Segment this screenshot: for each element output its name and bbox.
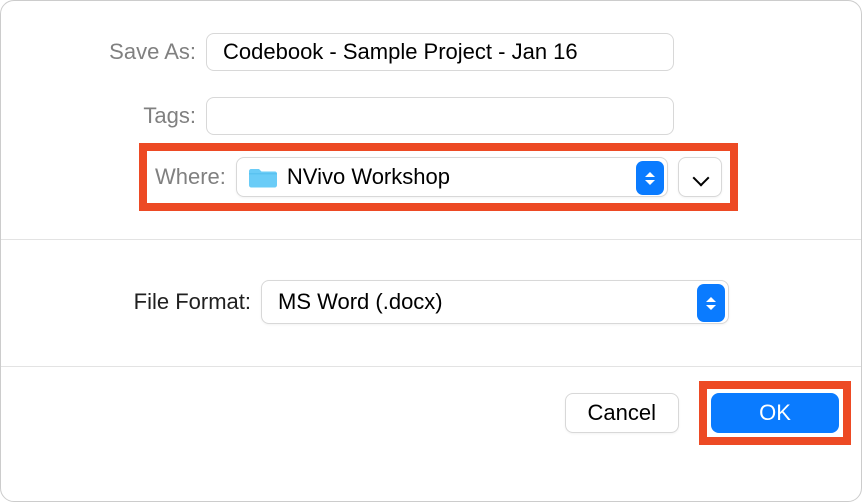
location-value: NVivo Workshop: [287, 164, 450, 190]
ok-button[interactable]: OK: [711, 393, 839, 433]
save-as-label: Save As:: [1, 39, 206, 65]
divider: [1, 239, 861, 240]
updown-stepper-icon: [697, 284, 725, 322]
cancel-button[interactable]: Cancel: [565, 393, 679, 433]
updown-stepper-icon: [636, 161, 664, 195]
where-highlight: Where: NVivo Workshop: [139, 143, 738, 211]
file-format-label: File Format:: [1, 289, 261, 315]
file-format-row: File Format: MS Word (.docx): [1, 280, 861, 324]
where-label: Where:: [155, 164, 236, 190]
tags-row: Tags:: [1, 97, 861, 135]
chevron-down-icon: [693, 170, 707, 184]
ok-highlight: OK: [699, 381, 851, 445]
where-row: Where: NVivo Workshop: [1, 143, 861, 211]
tags-input[interactable]: [206, 97, 674, 135]
file-format-select[interactable]: MS Word (.docx): [261, 280, 729, 324]
file-format-value: MS Word (.docx): [278, 289, 443, 315]
divider: [1, 366, 861, 367]
tags-label: Tags:: [1, 103, 206, 129]
save-as-row: Save As:: [1, 33, 861, 71]
folder-icon: [249, 166, 277, 188]
save-dialog: Save As: Tags: Where: NVivo Workshop: [0, 0, 862, 502]
button-row: Cancel OK: [1, 381, 861, 445]
save-as-input[interactable]: [206, 33, 674, 71]
expand-button[interactable]: [678, 157, 722, 197]
where-location-select[interactable]: NVivo Workshop: [236, 157, 668, 197]
